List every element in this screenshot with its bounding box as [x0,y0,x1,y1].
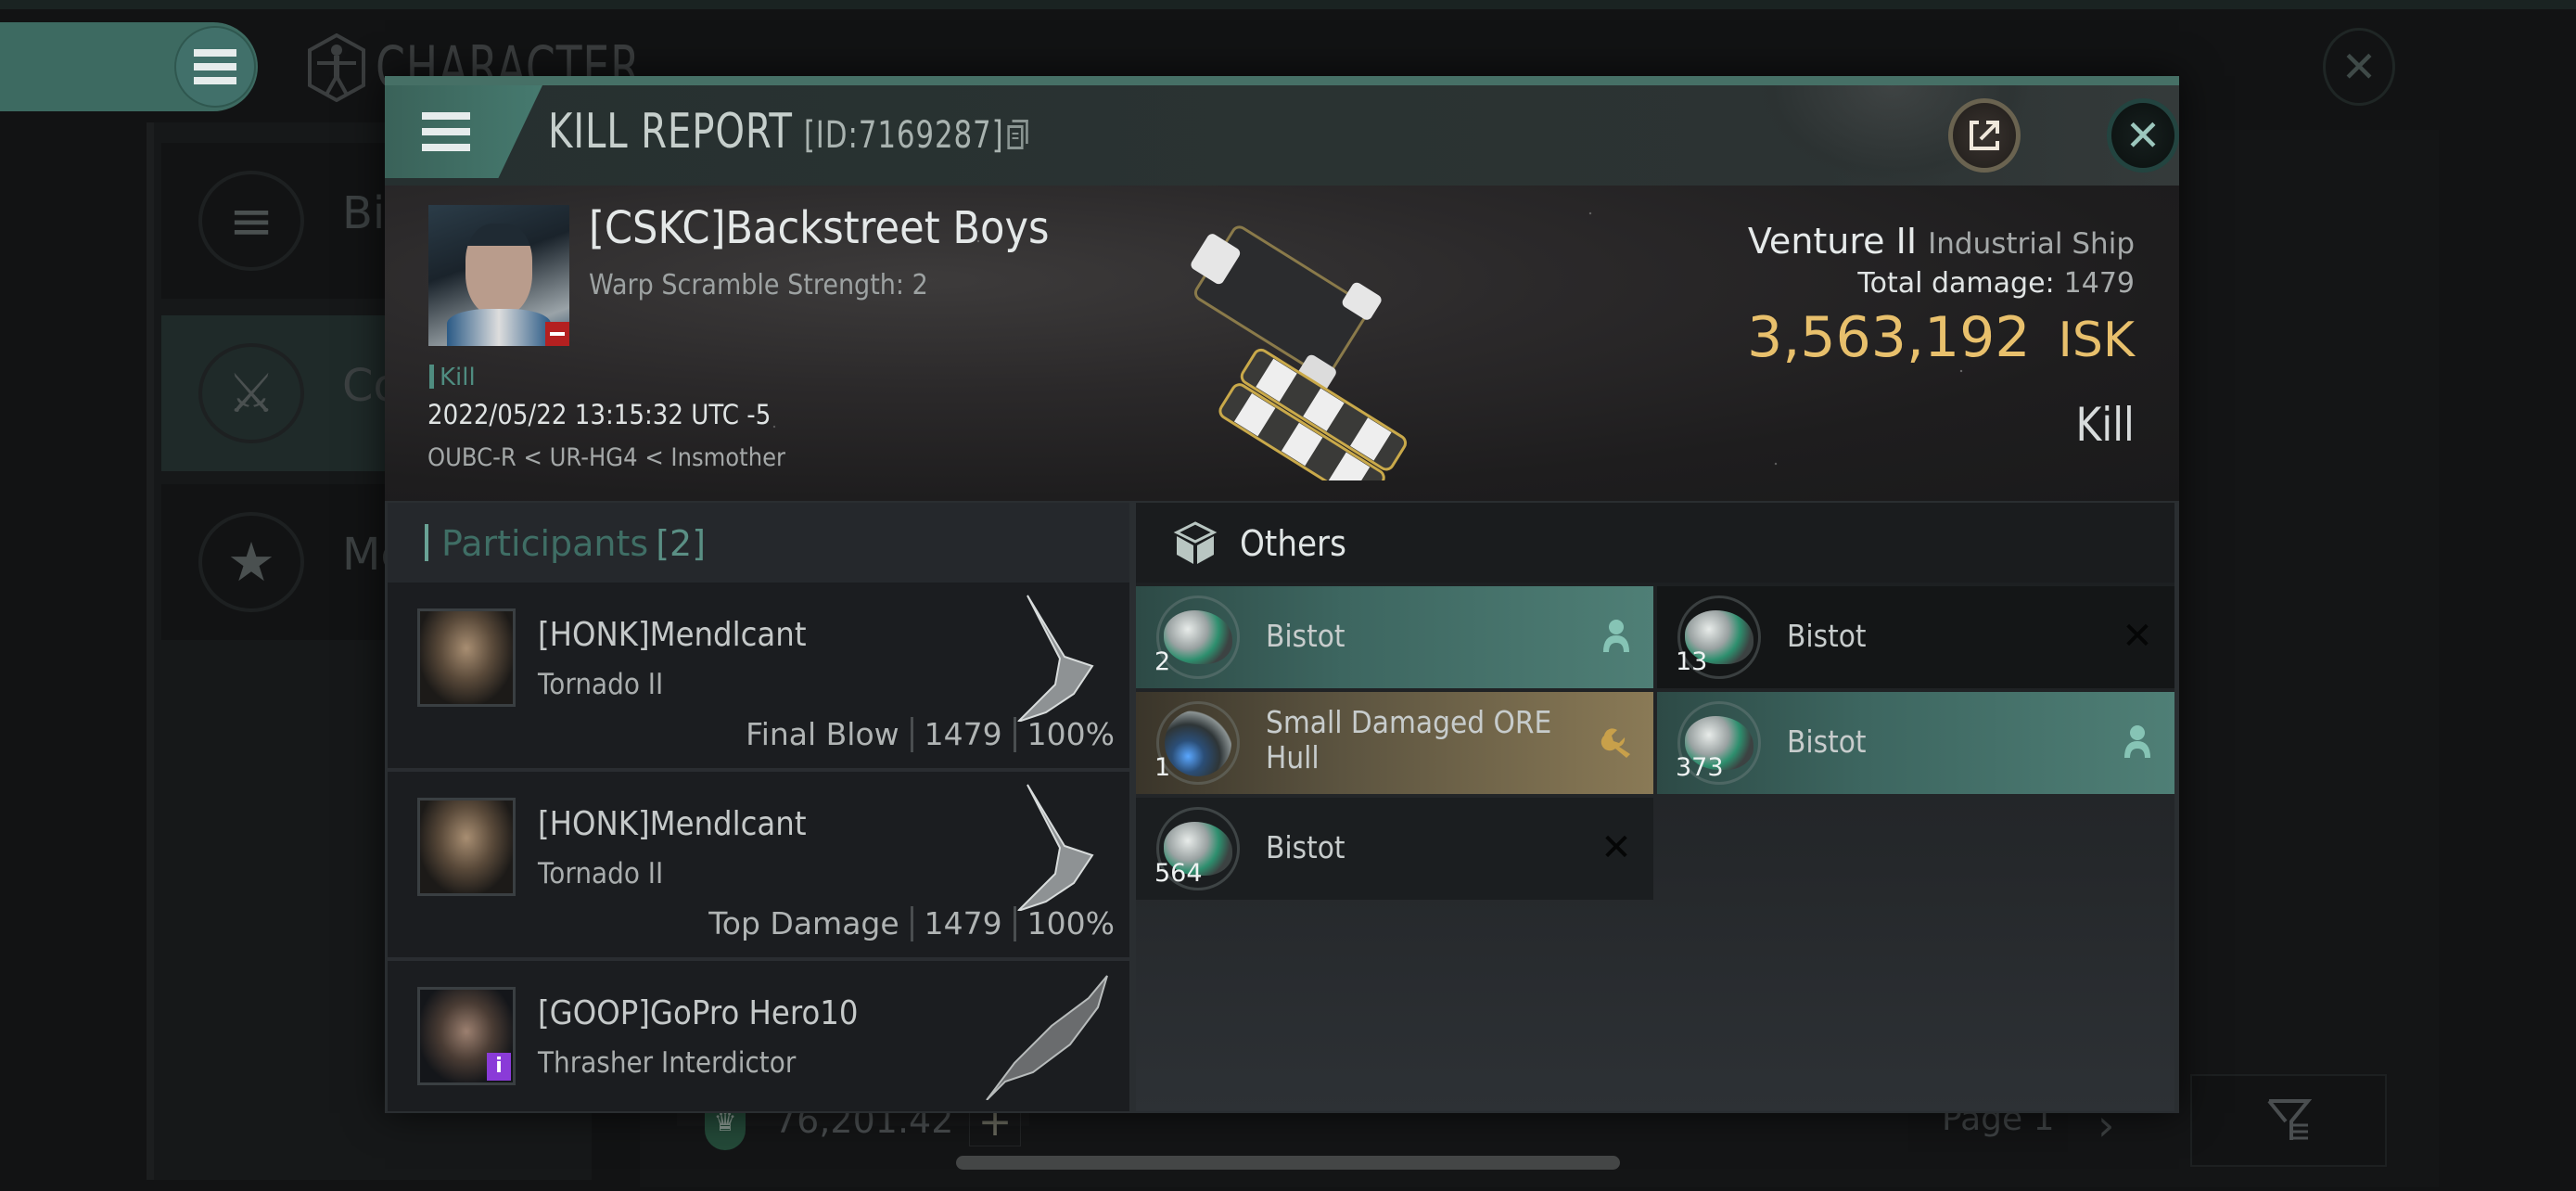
isk-value: 3,563,192 [1747,305,2031,370]
menu-icon [194,49,236,84]
ship-name[interactable]: Venture II [1748,221,1917,262]
participant-row[interactable]: [HONK]Mendlcant Tornado II Top Damage 147… [388,772,1129,961]
participant-portrait[interactable] [417,798,516,896]
participant-ship-image [986,975,1108,1100]
medal-star-icon: ★ [198,512,304,612]
hull-icon [1165,710,1231,776]
close-icon: ✕ [2124,110,2162,160]
person-icon [2117,720,2158,764]
item-quantity: 373 [1676,753,1724,782]
kill-report-title: KILL REPORT [548,104,793,160]
participant-portrait[interactable]: i [417,987,516,1085]
item-cell[interactable]: 2 Bistot [1136,586,1653,688]
item-name: Bistot [1266,618,1345,654]
kill-location[interactable]: OUBC-R < UR-HG4 < Insmother [427,443,785,472]
participant-stats: Final Blow 1479 100% [746,716,1115,752]
main-menu-button[interactable] [174,26,256,108]
x-icon: ✕ [2122,615,2153,658]
participant-role: Final Blow [746,716,899,752]
home-indicator[interactable] [956,1156,1620,1170]
kill-report-modal: KILL REPORT [ID:7169287] ✕ [CSKC]Backstre… [385,76,2179,1113]
filter-button[interactable] [2190,1074,2387,1167]
filter-icon [2267,1099,2312,1140]
others-header: Others [1136,503,2174,583]
close-icon: ✕ [2340,42,2378,92]
report-type: Kill [2075,398,2135,452]
ore-icon [1164,610,1232,664]
info-badge-icon: i [487,1053,511,1081]
others-panel: Others 2 Bistot 13 Bistot ✕ 1 Small Dama… [1136,503,2174,1111]
participant-name: [HONK]Mendlcant [538,616,807,654]
share-button[interactable] [1948,98,2021,173]
modal-title: KILL REPORT [ID:7169287] [548,104,1028,160]
negative-standing-icon [545,322,569,346]
kill-summary: [CSKC]Backstreet Boys Warp Scramble Stre… [385,186,2179,501]
kill-datetime: 2022/05/22 13:15:32 UTC -5 [427,399,772,430]
vitruvian-man-icon [308,33,365,102]
copy-icon[interactable] [1006,120,1028,149]
participant-percent: 100% [1027,716,1115,752]
wrench-icon [1596,720,1637,764]
victim-ship-image [1191,225,1408,480]
participant-damage: 1479 [924,905,1002,941]
item-quantity: 13 [1676,647,1708,676]
modal-accent-line [385,76,2179,85]
item-name: Bistot [1787,618,1867,654]
participant-role: Top Damage [708,905,899,941]
item-name: Bistot [1266,829,1345,865]
item-cell[interactable]: 373 Bistot [1657,692,2174,794]
crossed-swords-icon: ⚔ [198,343,304,443]
victim-name[interactable]: [CSKC]Backstreet Boys [589,202,1050,254]
page-close-button[interactable]: ✕ [2323,28,2395,106]
participant-stats: Top Damage 1479 100% [708,905,1115,941]
total-damage-value: 1479 [2063,267,2135,300]
participant-name: [HONK]Mendlcant [538,805,807,843]
participants-header: Participants [2] [388,503,1129,583]
close-button[interactable]: ✕ [2107,98,2179,173]
bio-icon: ≡ [198,171,304,271]
total-damage-label: Total damage: [1857,267,2055,300]
item-name: Bistot [1787,724,1867,760]
participant-portrait[interactable] [417,608,516,707]
participants-title: Participants [2] [425,523,706,564]
isk-unit: ISK [2058,313,2135,368]
ship-summary: Venture II Industrial Ship Total damage:… [1747,221,2135,452]
participant-ship-image [1017,595,1094,722]
item-cell[interactable]: 13 Bistot ✕ [1657,586,2174,688]
x-icon: ✕ [1600,826,1632,869]
kill-tag: Kill [429,364,476,391]
others-title: Others [1240,523,1346,564]
participant-ship-image [1017,784,1094,911]
warp-scramble-strength: Warp Scramble Strength: 2 [589,269,928,301]
item-cell[interactable]: 1 Small Damaged ORE Hull [1136,692,1653,794]
participant-percent: 100% [1027,905,1115,941]
participant-name: [GOOP]GoPro Hero10 [538,994,859,1032]
participants-panel: Participants [2] [HONK]Mendlcant Tornado … [388,503,1129,1111]
participant-ship: Thrasher Interdictor [538,1046,797,1080]
item-name: Small Damaged ORE Hull [1266,704,1552,775]
person-icon [1596,614,1637,659]
item-quantity: 2 [1154,647,1171,676]
external-link-icon [1970,121,1999,150]
cargo-box-icon [1173,521,1218,564]
item-quantity: 1 [1154,753,1171,782]
participant-row[interactable]: i [GOOP]GoPro Hero10 Thrasher Interdicto… [388,961,1129,1111]
participant-damage: 1479 [924,716,1002,752]
kill-report-id: [ID:7169287] [803,114,1004,157]
participants-count: [2] [656,523,707,564]
participant-ship: Tornado II [538,857,664,890]
item-cell[interactable]: 564 Bistot ✕ [1136,798,1653,900]
victim-portrait[interactable] [428,205,569,346]
item-quantity: 564 [1154,859,1203,888]
participant-ship: Tornado II [538,668,664,701]
menu-icon [422,112,470,151]
participant-row[interactable]: [HONK]Mendlcant Tornado II Final Blow 147… [388,583,1129,772]
ship-class: Industrial Ship [1928,227,2135,261]
status-bar [0,0,2576,9]
